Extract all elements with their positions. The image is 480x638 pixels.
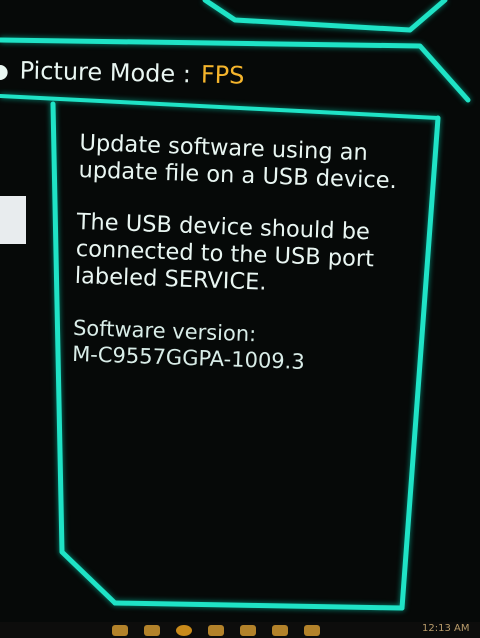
menu-highlight-block — [0, 196, 26, 244]
taskbar-clock[interactable]: 12:13 AM — [422, 623, 469, 634]
tray-icon[interactable] — [304, 625, 320, 636]
picture-mode-value: FPS — [200, 60, 245, 90]
system-tray — [112, 625, 320, 636]
tray-icon[interactable] — [240, 625, 256, 636]
tray-icon[interactable] — [112, 625, 128, 636]
taskbar: 12:13 AM — [0, 622, 480, 638]
tray-icon[interactable] — [208, 625, 224, 636]
tray-icon[interactable] — [272, 625, 288, 636]
update-info-panel: Update software using an update file on … — [72, 130, 420, 379]
tray-icon[interactable] — [176, 625, 192, 636]
tray-icon[interactable] — [144, 625, 160, 636]
picture-mode-row: Picture Mode : FPS — [0, 56, 245, 90]
update-description: Update software using an update file on … — [78, 130, 398, 195]
usb-port-note: The USB device should be connected to th… — [74, 208, 375, 296]
picture-mode-label: Picture Mode : — [19, 56, 192, 89]
